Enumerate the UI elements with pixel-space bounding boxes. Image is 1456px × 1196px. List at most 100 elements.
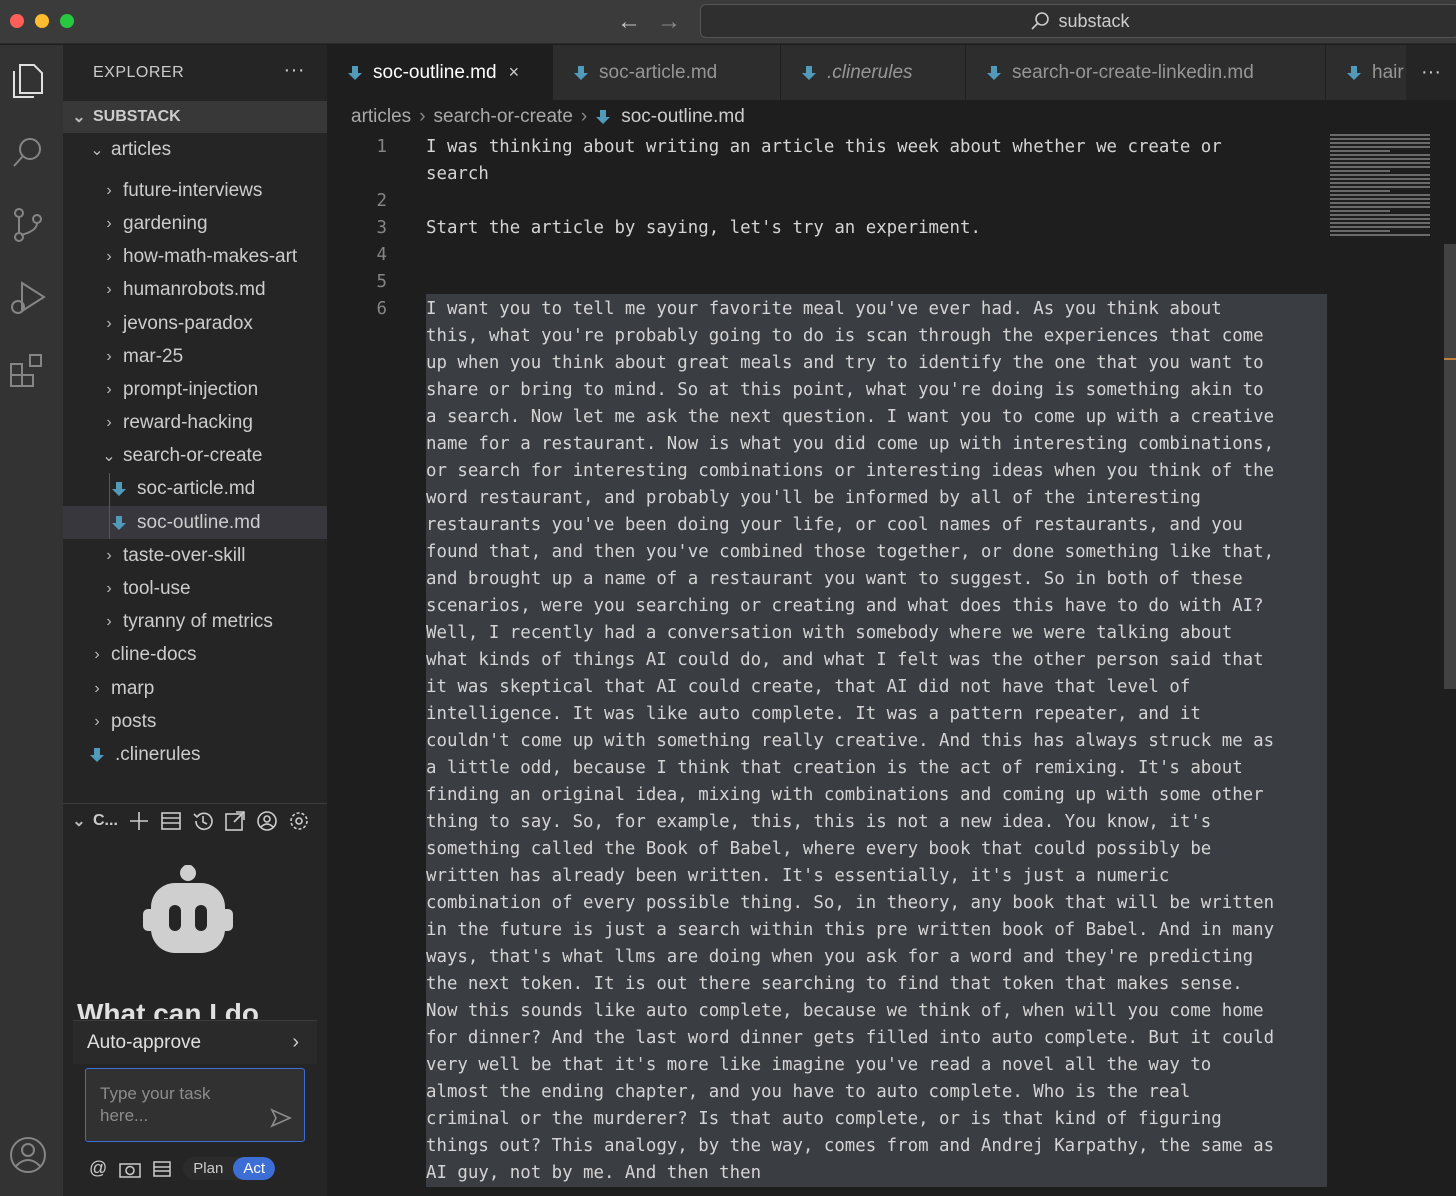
history-icon[interactable] — [192, 810, 214, 832]
folder-label: posts — [111, 710, 157, 732]
indent-guide — [109, 506, 110, 540]
file-label: soc-article.md — [137, 478, 256, 500]
plan-act-toggle[interactable]: Plan Act — [183, 1157, 275, 1180]
chevron-right-icon: › — [106, 214, 112, 232]
mcp-servers-icon[interactable] — [160, 810, 182, 832]
folder-item[interactable]: › cline-docs — [63, 639, 327, 672]
folder-item[interactable]: › tyranny of metrics — [63, 606, 327, 639]
mention-icon[interactable]: @ — [89, 1158, 107, 1179]
send-icon[interactable] — [270, 1107, 292, 1129]
settings-gear-icon[interactable] — [288, 810, 310, 832]
folder-item[interactable]: › jevons-paradox — [63, 307, 327, 340]
mcp-icon[interactable] — [153, 1160, 172, 1178]
folder-label: gardening — [123, 212, 208, 234]
folder-articles[interactable]: ⌄ articles — [63, 133, 327, 166]
code-line: intelligence. It was like auto complete.… — [426, 704, 1201, 724]
line-number: 2 — [376, 191, 387, 211]
task-input[interactable]: Type your task here... — [85, 1068, 305, 1142]
account-icon[interactable] — [256, 810, 278, 832]
editor-area[interactable]: 1 2 3 4 5 6 I was thinking about writing an a… — [327, 134, 1456, 1196]
code-line: things out? This analogy, by the way, co… — [426, 1136, 1275, 1156]
code-line: written has already been written. It's e… — [426, 866, 1170, 886]
chevron-right-icon: › — [106, 414, 112, 432]
more-actions-icon[interactable]: ··· — [1406, 45, 1456, 100]
folder-label: tyranny of metrics — [123, 611, 273, 633]
account-icon[interactable] — [8, 1135, 48, 1175]
folder-item[interactable]: › taste-over-skill — [63, 539, 327, 572]
chevron-down-icon: ⌄ — [90, 141, 104, 159]
auto-approve-label: Auto-approve — [87, 1031, 202, 1053]
folder-item[interactable]: › future-interviews — [63, 174, 327, 207]
tab-search-or-create-linkedin[interactable]: search-or-create-linkedin.md — [966, 45, 1326, 100]
source-control-icon[interactable] — [8, 205, 48, 245]
folder-item[interactable]: › gardening — [63, 207, 327, 240]
extensions-icon[interactable] — [8, 351, 48, 391]
new-task-icon[interactable] — [128, 810, 150, 832]
folder-item[interactable]: › reward-hacking — [63, 407, 327, 440]
act-mode-button[interactable]: Act — [233, 1157, 275, 1180]
code-line: this, what you're probably going to do i… — [426, 326, 1264, 346]
back-arrow-icon[interactable]: ← — [614, 8, 644, 36]
explorer-header: EXPLORER ··· — [63, 45, 327, 101]
file-soc-outline[interactable]: soc-outline.md — [63, 506, 327, 540]
search-icon[interactable] — [8, 133, 48, 173]
chevron-down-icon: ⌄ — [102, 448, 116, 466]
file-label: .clinerules — [115, 743, 201, 765]
folder-item[interactable]: › humanrobots.md — [63, 274, 327, 307]
tab-clinerules[interactable]: .clinerules — [781, 45, 966, 100]
file-soc-article[interactable]: soc-article.md — [63, 472, 327, 507]
camera-icon[interactable] — [119, 1160, 142, 1178]
code-line: word restaurant, and probably you'll be … — [426, 488, 1201, 508]
breadcrumb-item[interactable]: soc-outline.md — [621, 106, 745, 128]
run-debug-icon[interactable] — [8, 277, 48, 317]
minimap-line — [1330, 182, 1430, 184]
tab-soc-article[interactable]: soc-article.md — [553, 45, 781, 100]
minimap-line — [1330, 206, 1430, 208]
plan-mode-button[interactable]: Plan — [183, 1157, 233, 1180]
command-center-search[interactable]: substack — [700, 4, 1456, 38]
breadcrumb-item[interactable]: articles — [351, 106, 411, 128]
folder-item[interactable]: › marp — [63, 672, 327, 705]
folder-search-or-create[interactable]: ⌄ search-or-create — [63, 440, 327, 473]
vertical-scrollbar[interactable] — [1444, 244, 1456, 689]
tab-soc-outline[interactable]: soc-outline.md × — [327, 45, 553, 100]
markdown-file-icon — [90, 747, 104, 762]
workspace-root[interactable]: ⌄ SUBSTACK — [63, 101, 327, 133]
markdown-file-icon — [987, 65, 1001, 80]
explorer-files-icon[interactable] — [8, 61, 48, 101]
code-line: or search for interesting combinations o… — [426, 461, 1275, 481]
folder-item[interactable]: › how-math-makes-art — [63, 241, 327, 274]
markdown-file-icon — [802, 65, 816, 80]
code-line: something called the Book of Babel, wher… — [426, 839, 1212, 859]
folder-label: prompt-injection — [123, 378, 259, 400]
minimap-line — [1330, 234, 1430, 236]
close-window-button[interactable] — [10, 14, 24, 28]
file-clinerules[interactable]: .clinerules — [63, 738, 327, 771]
open-in-editor-icon[interactable] — [224, 810, 246, 832]
minimap-line — [1330, 178, 1430, 180]
folder-item[interactable]: › tool-use — [63, 572, 327, 605]
folder-item[interactable]: › mar-25 — [63, 340, 327, 373]
code-line: AI guy, not by me. And then then — [426, 1163, 762, 1183]
minimap-line — [1330, 190, 1390, 192]
forward-arrow-icon[interactable]: → — [654, 8, 684, 36]
line-number: 6 — [376, 299, 387, 319]
folder-item[interactable]: › prompt-injection — [63, 373, 327, 406]
zoom-window-button[interactable] — [60, 14, 74, 28]
code-line: I was thinking about writing an article … — [426, 137, 1222, 157]
chevron-right-icon: › — [106, 380, 112, 398]
more-actions-icon[interactable]: ··· — [284, 59, 305, 82]
breadcrumb-item[interactable]: search-or-create — [434, 106, 573, 128]
minimap-line — [1330, 134, 1430, 136]
minimap-line — [1330, 166, 1430, 168]
close-icon[interactable]: × — [509, 62, 520, 83]
code-line: thing to say. So, for example, this, thi… — [426, 812, 1212, 832]
minimize-window-button[interactable] — [35, 14, 49, 28]
folder-label: taste-over-skill — [123, 544, 246, 566]
folder-item[interactable]: › posts — [63, 705, 327, 738]
minimap[interactable] — [1330, 134, 1440, 244]
auto-approve-toggle[interactable]: Auto-approve › — [73, 1020, 317, 1064]
cline-panel-header[interactable]: ⌄ C... — [63, 803, 327, 837]
code-line: ways, that's what llms are doing when yo… — [426, 947, 1254, 967]
workspace-root-label: SUBSTACK — [93, 108, 181, 125]
